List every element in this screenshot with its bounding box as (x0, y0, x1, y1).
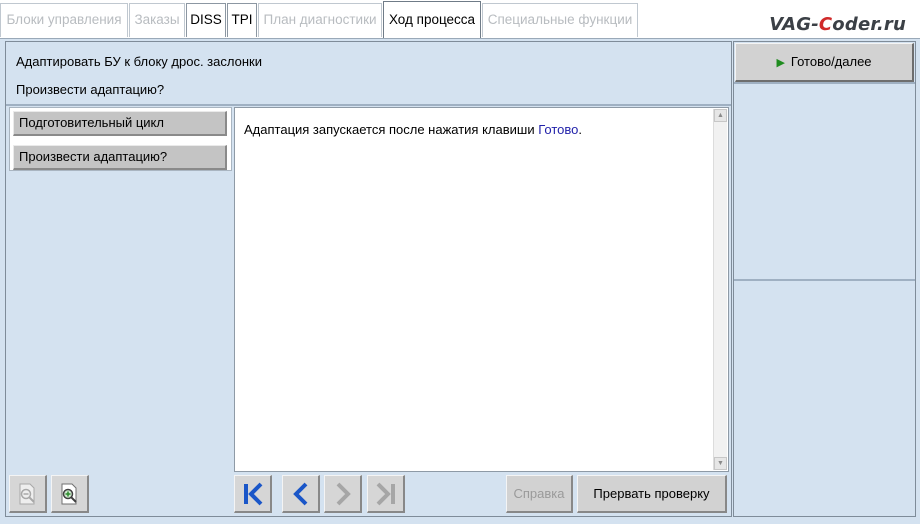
header-divider (6, 104, 731, 106)
zoom-in-button[interactable] (51, 475, 89, 513)
tab-control-units: Блоки управления (0, 3, 128, 37)
zoom-in-icon (61, 483, 77, 504)
first-page-icon (243, 482, 262, 505)
prev-icon (292, 482, 307, 505)
steps-list: Подготовительный цикл Произвести адаптац… (9, 107, 232, 171)
instruction-text: Адаптация запускается после нажатия клав… (244, 122, 582, 137)
main-panel: Адаптировать БУ к блоку дрос. заслонки П… (5, 41, 732, 517)
ready-link: Готово (538, 122, 579, 137)
right-panel: ▶ Готово/далее (733, 41, 916, 517)
zoom-out-button[interactable] (9, 475, 47, 513)
right-divider-middle (734, 279, 915, 281)
last-page-icon (376, 482, 395, 505)
abort-test-button[interactable]: Прервать проверку (577, 475, 727, 513)
tab-tpi[interactable]: TPI (227, 3, 257, 37)
tab-diagnostic-plan: План диагностики (258, 3, 382, 37)
tab-special-functions: Специальные функции (482, 3, 638, 37)
content-area: Адаптация запускается после нажатия клав… (234, 107, 729, 472)
next-step-button[interactable] (324, 475, 362, 513)
next-icon (336, 482, 351, 505)
zoom-out-icon (19, 483, 35, 504)
step-item-perform-adaptation[interactable]: Произвести адаптацию? (13, 145, 227, 170)
scroll-up-button[interactable]: ▲ (714, 109, 727, 122)
last-step-button[interactable] (367, 475, 405, 513)
first-step-button[interactable] (234, 475, 272, 513)
tab-diss[interactable]: DISS (186, 3, 226, 37)
procedure-title: Адаптировать БУ к блоку дрос. заслонки (16, 54, 262, 69)
help-button[interactable]: Справка (506, 475, 573, 513)
tab-orders: Заказы (129, 3, 185, 37)
content-scrollbar[interactable]: ▲ ▼ (713, 109, 727, 470)
tab-bar: Блоки управления Заказы DISS TPI План ди… (0, 0, 920, 39)
prev-step-button[interactable] (282, 475, 320, 513)
watermark-logo: VAG-Coder.ru (769, 14, 906, 35)
procedure-question: Произвести адаптацию? (16, 82, 165, 97)
step-item-preparation[interactable]: Подготовительный цикл (13, 111, 227, 136)
play-icon: ▶ (776, 57, 785, 69)
ready-next-button[interactable]: ▶ Готово/далее (735, 43, 914, 82)
bottom-toolbar: Справка Прервать проверку (6, 474, 731, 516)
scroll-down-button[interactable]: ▼ (714, 457, 727, 470)
tab-process[interactable]: Ход процесса (383, 1, 481, 38)
right-divider-top (734, 82, 915, 84)
